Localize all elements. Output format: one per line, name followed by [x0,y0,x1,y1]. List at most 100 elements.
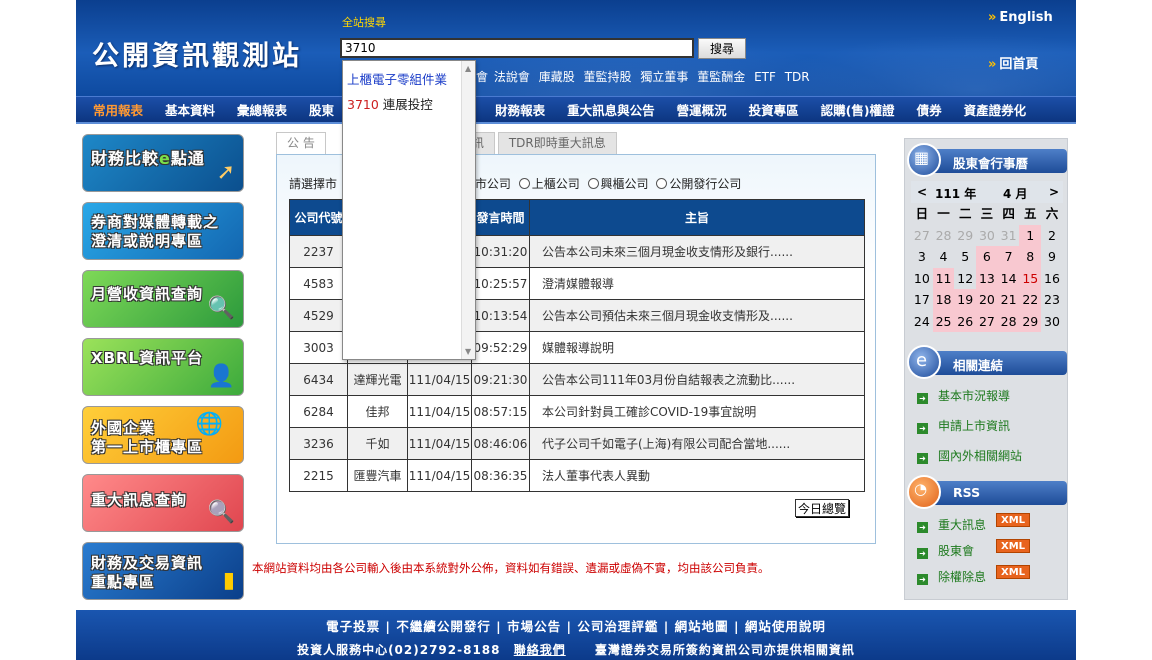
link-related-sites[interactable]: ➜ 國內外相關網站 [917,447,1022,464]
radio-emerging[interactable] [587,178,599,189]
calendar-day[interactable]: 11 [932,267,955,289]
calendar-next[interactable]: > [1049,185,1059,199]
cell-subject[interactable]: 公告本公司未來三個月現金收支情形及銀行...... [529,235,865,268]
calendar-day[interactable]: 21 [997,289,1020,311]
banner-trading-info[interactable]: 財務及交易資訊 重點專區 ▮ [82,542,244,600]
related-links-header: e 相關連結 [905,345,1069,379]
cell-subject[interactable]: 公告本公司預估未來三個月現金收支情形及...... [529,299,865,332]
quick-link-director-holdings[interactable]: 董監持股 [584,70,632,84]
cell-subject[interactable]: 公告本公司111年03月份自結報表之流動比...... [529,363,865,396]
calendar-prev[interactable]: < [917,185,927,199]
cell-time: 08:36:35 [471,459,530,492]
scroll-down-icon[interactable]: ▼ [465,347,471,356]
nav-securitization[interactable]: 資產證券化 [964,100,1027,119]
nav-warrants[interactable]: 認購(售)權證 [821,100,895,119]
radio-public[interactable] [656,178,668,189]
calendar-day[interactable]: 19 [954,289,977,311]
site-title[interactable]: 公開資訊觀測站 [92,34,302,73]
calendar-day[interactable]: 22 [1019,289,1042,311]
xml-badge[interactable]: XML [996,513,1031,527]
nav-shareholders-partial[interactable]: 股東 [309,100,334,119]
rss-material-info[interactable]: ➜ 重大訊息 XML [917,513,1031,533]
quick-link-tdr[interactable]: TDR [785,70,810,84]
dow: 三 [980,206,994,221]
calendar-day: 4 [939,249,948,264]
table-row[interactable]: 6434 達輝光電 111/04/15 09:21:30 公告本公司111年03月份自結… [289,363,865,396]
calendar-day-today[interactable]: 15 [1019,267,1042,289]
tab-tdr-material-info[interactable]: TDR即時重大訊息 [497,132,617,154]
calendar-day[interactable]: 27 [976,310,998,332]
quick-link-etf[interactable]: ETF [754,70,776,84]
calendar-day[interactable]: 25 [932,310,955,332]
calendar-day[interactable]: 14 [997,267,1020,289]
autocomplete-scrollbar[interactable]: ▲ ▼ [461,61,475,359]
rss-shareholders-meeting[interactable]: ➜ 股東會 XML [917,539,1031,559]
market-option-otc[interactable]: 上櫃公司 [532,177,580,191]
calendar-day[interactable]: 26 [954,310,977,332]
table-row[interactable]: 3236 千如 111/04/15 08:46:06 代子公司千如電子(上海)有限公司配… [289,427,865,460]
autocomplete-item-category[interactable]: 上櫃電子零組件業 [347,69,447,88]
cell-subject[interactable]: 澄清媒體報導 [529,267,865,300]
cell-subject[interactable]: 法人董事代表人異動 [529,459,865,492]
calendar-day[interactable]: 7 [997,246,1020,268]
calendar-day[interactable]: 1 [1019,224,1042,246]
nav-bonds[interactable]: 債券 [917,100,942,119]
cell-subject[interactable]: 媒體報導說明 [529,331,865,364]
nav-common-reports[interactable]: 常用報表 [93,100,143,119]
calendar-day[interactable]: 29 [1019,310,1042,332]
globe-icon: 🌐 [195,412,223,437]
link-ipo-info[interactable]: ➜ 申請上市資訊 [917,417,1010,434]
table-row[interactable]: 2215 匯豐汽車 111/04/15 08:36:35 法人董事代表人異動 [289,459,865,492]
banner-monthly-revenue[interactable]: 月營收資訊查詢 🔍 [82,270,244,328]
quick-link-treasury-stock[interactable]: 庫藏股 [539,70,575,84]
rss-ex-dividend[interactable]: ➜ 除權除息 XML [917,565,1031,585]
arrow-bullet-icon: ➜ [917,393,928,404]
search-button[interactable]: 搜尋 [698,38,746,59]
calendar-day[interactable]: 13 [976,267,998,289]
calendar-day[interactable]: 18 [932,289,955,311]
quick-link-investor-conference[interactable]: 法說會 [494,70,530,84]
xml-badge[interactable]: XML [996,539,1031,553]
today-overview-button[interactable]: 今日總覽 [795,499,850,517]
quick-link-partial[interactable]: 會 [476,70,488,84]
autocomplete-item-company[interactable]: 3710 連展投控 [347,94,433,113]
market-option-emerging[interactable]: 興櫃公司 [601,177,649,191]
cell-subject[interactable]: 本公司針對員工確診COVID-19事宜說明 [529,395,865,428]
nav-basic-data[interactable]: 基本資料 [165,100,215,119]
search-input[interactable] [340,38,694,58]
cell-code: 2215 [289,459,348,492]
calendar-day[interactable]: 8 [1019,246,1042,268]
table-row[interactable]: 6284 佳邦 111/04/15 08:57:15 本公司針對員工確診COVID-19… [289,395,865,428]
radio-otc[interactable] [518,178,530,189]
calendar-header: < 111 年 4 月 > [911,181,1063,203]
search-label: 全站搜尋 [342,16,386,29]
contact-us-link[interactable]: 聯絡我們 [514,643,566,657]
footer-links[interactable]: 電子投票 | 不繼續公開發行 | 市場公告 | 公司治理評鑑 | 網站地圖 | … [76,616,1076,635]
tab-announcements[interactable]: 公 告 [276,132,326,154]
banner-broker-clarification[interactable]: 券商對媒體轉載之 澄清或說明專區 [82,202,244,260]
banner-xbrl[interactable]: XBRL資訊平台 👤 [82,338,244,396]
header-subject: 主旨 [529,199,865,236]
nav-summary-reports[interactable]: 彙總報表 [237,100,287,119]
banner-foreign-enterprise[interactable]: 外國企業 第一上市櫃專區 🌐 [82,406,244,464]
quick-link-independent-director[interactable]: 獨立董事 [640,70,688,84]
home-link[interactable]: » 回首頁 [988,53,1038,72]
xml-badge[interactable]: XML [996,565,1031,579]
nav-operations[interactable]: 營運概況 [677,100,727,119]
calendar-day[interactable]: 20 [976,289,998,311]
link-market-report[interactable]: ➜ 基本市況報導 [917,387,1010,404]
banner-material-info[interactable]: 重大訊息查詢 🔍 [82,474,244,532]
market-option-public[interactable]: 公開發行公司 [669,177,741,191]
calendar-day[interactable]: 28 [997,310,1020,332]
scroll-up-icon[interactable]: ▲ [465,64,471,73]
banner-financial-compare[interactable]: 財務比較e點通 ➚ [82,134,244,192]
nav-material-info[interactable]: 重大訊息與公告 [567,100,655,119]
quick-link-director-compensation[interactable]: 董監酬金 [697,70,745,84]
nav-investment[interactable]: 投資專區 [749,100,799,119]
banner-broker-label: 券商對媒體轉載之 澄清或說明專區 [91,213,219,251]
browser-e-icon: e [916,350,928,371]
cell-subject[interactable]: 代子公司千如電子(上海)有限公司配合當地...... [529,427,865,460]
calendar-day[interactable]: 6 [976,246,998,268]
nav-financial-reports[interactable]: 財務報表 [495,100,545,119]
english-link[interactable]: » English [988,10,1053,25]
